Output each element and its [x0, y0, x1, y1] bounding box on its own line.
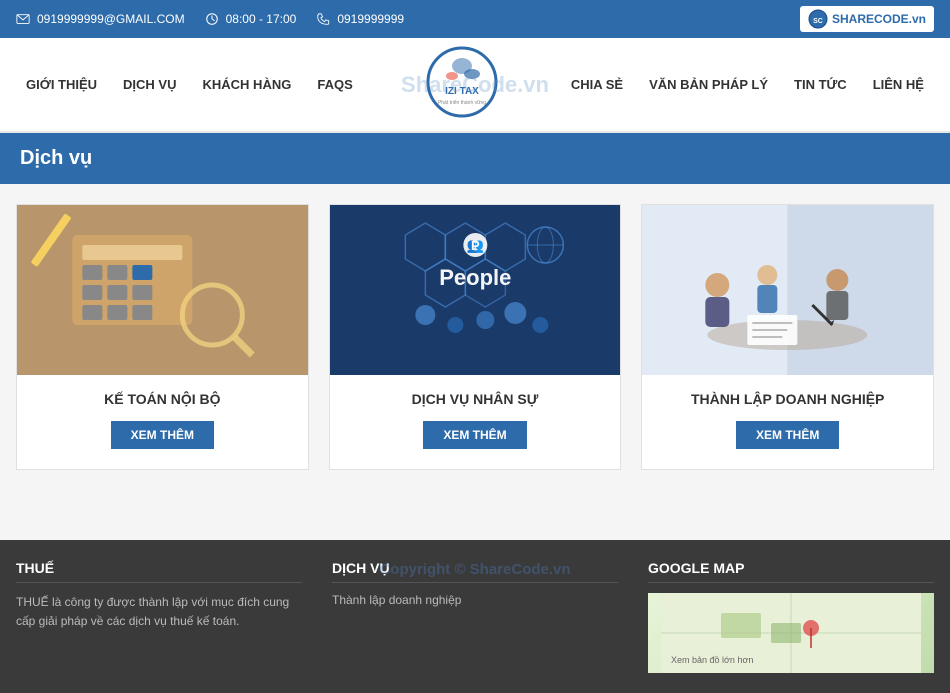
- phone-text: 0919999999: [337, 12, 404, 26]
- footer-about-title: THUẾ: [16, 560, 302, 583]
- nav-lien-he[interactable]: LIÊN HỆ: [863, 59, 934, 110]
- footer-map-col: GOOGLE MAP Xem bản đồ lớn hơn: [648, 560, 934, 673]
- service-card-thanh-lap: THÀNH LẬP DOANH NGHIỆP XEM THÊM: [641, 204, 934, 470]
- services-grid: KẾ TOÁN NỘI BỘ XEM THÊM 👥 P: [16, 204, 934, 470]
- footer-link-thanh-lap[interactable]: Thành lập doanh nghiệp: [332, 593, 618, 607]
- nav-van-ban[interactable]: VĂN BẢN PHÁP LÝ: [639, 59, 778, 110]
- map-placeholder: Xem bản đồ lớn hơn: [648, 593, 934, 673]
- svg-text:IZI TAX: IZI TAX: [445, 86, 479, 97]
- hours-item: 08:00 - 17:00: [205, 12, 297, 26]
- nav-left: GIỚI THIỆU DỊCH VỤ KHÁCH HÀNG FAQS: [16, 59, 363, 110]
- nav-gioi-thieu[interactable]: GIỚI THIỆU: [16, 59, 107, 110]
- email-text: 0919999999@GMAIL.COM: [37, 12, 185, 26]
- mid-spacer: [0, 490, 950, 540]
- xem-them-nhan-su[interactable]: XEM THÊM: [423, 421, 526, 449]
- svg-text:People: People: [439, 265, 511, 290]
- footer-services: DỊCH VỤ Thành lập doanh nghiệp: [332, 560, 618, 673]
- service-card-ke-toan: KẾ TOÁN NỘI BỘ XEM THÊM: [16, 204, 309, 470]
- service-img-people: 👥 P People: [330, 205, 621, 375]
- svg-text:Xem bản đồ lớn hơn: Xem bản đồ lớn hơn: [671, 655, 753, 665]
- service-title-thanh-lap: THÀNH LẬP DOANH NGHIỆP: [652, 391, 923, 407]
- section-title: Dịch vụ: [20, 147, 92, 169]
- footer-about: THUẾ THUẾ là công ty được thành lập với …: [16, 560, 302, 673]
- service-title-ke-toan: KẾ TOÁN NỘI BỘ: [27, 391, 298, 407]
- nav-khach-hang[interactable]: KHÁCH HÀNG: [193, 59, 302, 110]
- xem-them-ke-toan[interactable]: XEM THÊM: [111, 421, 214, 449]
- svg-text:SC: SC: [813, 18, 823, 25]
- services-section: KẾ TOÁN NỘI BỘ XEM THÊM 👥 P: [0, 184, 950, 490]
- footer-map[interactable]: Xem bản đồ lớn hơn: [648, 593, 934, 673]
- service-card-nhan-su: 👥 P People Dịch vụ nhân sự XEM: [329, 204, 622, 470]
- email-item: 0919999999@GMAIL.COM: [16, 12, 185, 26]
- nav-dich-vu[interactable]: DỊCH VỤ: [113, 59, 186, 110]
- footer: THUẾ THUẾ là công ty được thành lập với …: [0, 540, 950, 693]
- footer-services-title: DỊCH VỤ: [332, 560, 618, 583]
- sharecode-brand: SC SHARECODE.vn: [800, 6, 934, 32]
- top-bar: 0919999999@GMAIL.COM 08:00 - 17:00 09199…: [0, 0, 950, 38]
- hours-text: 08:00 - 17:00: [226, 12, 297, 26]
- service-img-accounting: [17, 205, 308, 375]
- footer-map-title: GOOGLE MAP: [648, 560, 934, 583]
- navbar: GIỚI THIỆU DỊCH VỤ KHÁCH HÀNG FAQS IZI T…: [0, 38, 950, 133]
- svg-text:Phát triển thành vững: Phát triển thành vững: [438, 99, 486, 106]
- xem-them-thanh-lap[interactable]: XEM THÊM: [736, 421, 839, 449]
- section-title-bar: Dịch vụ: [0, 133, 950, 184]
- phone-item: 0919999999: [316, 12, 404, 26]
- nav-chia-se[interactable]: CHIA SẺ: [561, 59, 633, 110]
- nav-right: CHIA SẺ VĂN BẢN PHÁP LÝ TIN TỨC LIÊN HỆ: [561, 59, 934, 110]
- nav-logo: IZI TAX Phát triển thành vững: [406, 38, 518, 131]
- footer-about-text: THUẾ là công ty được thành lập với mục đ…: [16, 593, 302, 631]
- top-bar-left: 0919999999@GMAIL.COM 08:00 - 17:00 09199…: [16, 12, 404, 26]
- brand-text: SHARECODE.vn: [832, 12, 926, 26]
- nav-faqs[interactable]: FAQS: [307, 59, 362, 110]
- svg-text:P: P: [471, 238, 480, 253]
- service-title-nhan-su: Dịch vụ nhân sự: [340, 391, 611, 407]
- nav-tin-tuc[interactable]: TIN TỨC: [784, 59, 857, 110]
- service-img-business: [642, 205, 933, 375]
